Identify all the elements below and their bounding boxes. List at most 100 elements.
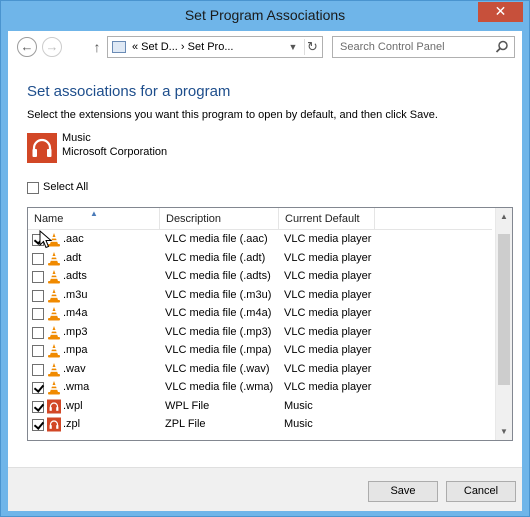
window: Set Program Associations ✕ ← → ↑ « Set D… bbox=[0, 0, 530, 517]
row-checkbox[interactable] bbox=[32, 400, 44, 413]
row-checkbox[interactable] bbox=[32, 326, 44, 339]
row-description: VLC media file (.adts) bbox=[165, 270, 271, 282]
row-name: .m4a bbox=[63, 307, 88, 319]
music-app-icon bbox=[47, 399, 61, 413]
vlc-cone-icon bbox=[48, 270, 60, 284]
vlc-cone-icon bbox=[48, 288, 60, 302]
row-checkbox[interactable] bbox=[32, 382, 44, 394]
select-all-label[interactable]: Select All bbox=[43, 181, 88, 193]
row-current-default: VLC media player bbox=[284, 344, 372, 356]
select-all-box[interactable] bbox=[27, 182, 39, 194]
program-company: Microsoft Corporation bbox=[62, 146, 168, 158]
row-description: WPL File bbox=[165, 399, 210, 412]
extensions-list: Name ▲ Description Current Default .aac V… bbox=[27, 207, 513, 441]
scroll-thumb[interactable] bbox=[498, 234, 510, 385]
close-button[interactable]: ✕ bbox=[478, 2, 523, 22]
vlc-cone-icon bbox=[48, 251, 60, 265]
row-current-default: Music bbox=[284, 399, 313, 412]
row-current-default: VLC media player bbox=[284, 270, 372, 282]
row-description: VLC media file (.m3u) bbox=[165, 288, 272, 301]
row-description: VLC media file (.m4a) bbox=[165, 307, 272, 319]
row-current-default: VLC media player bbox=[284, 362, 372, 375]
button-bar: Save Cancel bbox=[8, 467, 522, 511]
title-bar[interactable]: Set Program Associations ✕ bbox=[1, 1, 529, 31]
row-checkbox[interactable] bbox=[32, 363, 44, 376]
row-name: .mpa bbox=[63, 344, 88, 356]
row-checkbox[interactable] bbox=[32, 308, 44, 320]
row-name: .aac bbox=[63, 233, 84, 245]
column-name-label: Name bbox=[34, 213, 64, 225]
save-button[interactable]: Save bbox=[368, 481, 438, 502]
row-current-default: VLC media player bbox=[284, 288, 372, 301]
row-description: VLC media file (.mp3) bbox=[165, 325, 272, 338]
row-current-default: VLC media player bbox=[284, 381, 372, 393]
list-item[interactable]: .mp3 VLC media file (.mp3) VLC media playe… bbox=[28, 324, 492, 343]
refresh-button[interactable]: ↻ bbox=[304, 39, 320, 55]
row-name: .zpl bbox=[63, 418, 81, 430]
list-item[interactable]: .adts VLC media file (.adts) VLC media pla… bbox=[28, 268, 492, 287]
forward-button[interactable]: → bbox=[42, 37, 62, 57]
row-name: .adts bbox=[63, 270, 87, 282]
scroll-down-icon[interactable]: ▼ bbox=[496, 423, 512, 440]
row-description: VLC media file (.aac) bbox=[165, 233, 268, 245]
row-description: VLC media file (.wma) bbox=[165, 381, 274, 393]
music-app-icon bbox=[47, 417, 61, 432]
row-checkbox[interactable] bbox=[32, 271, 44, 283]
list-item[interactable]: .aac VLC media file (.aac) VLC media playe… bbox=[28, 231, 492, 250]
list-item[interactable]: .mpa VLC media file (.mpa) VLC media playe… bbox=[28, 342, 492, 361]
search-icon[interactable] bbox=[494, 39, 510, 55]
vlc-cone-icon bbox=[48, 362, 60, 376]
row-current-default: VLC media player bbox=[284, 307, 372, 319]
row-description: VLC media file (.adt) bbox=[165, 251, 266, 264]
column-header-name[interactable]: Name ▲ bbox=[28, 208, 160, 230]
sort-ascending-icon: ▲ bbox=[90, 209, 98, 218]
row-checkbox[interactable] bbox=[32, 345, 44, 357]
row-checkbox[interactable] bbox=[32, 289, 44, 302]
scroll-up-icon[interactable]: ▲ bbox=[496, 208, 512, 225]
vlc-cone-icon bbox=[48, 325, 60, 339]
list-item[interactable]: .m3u VLC media file (.m3u) VLC media playe… bbox=[28, 287, 492, 306]
address-dropdown-button[interactable]: ▼ bbox=[286, 39, 300, 55]
vlc-cone-icon bbox=[48, 307, 60, 321]
navigation-bar: ← → ↑ « Set D... › Set Pro... ▼ ↻ Search… bbox=[8, 31, 522, 63]
row-name: .wpl bbox=[63, 399, 83, 412]
list-item[interactable]: .m4a VLC media file (.m4a) VLC media playe… bbox=[28, 305, 492, 324]
row-description: VLC media file (.mpa) bbox=[165, 344, 272, 356]
list-header: Name ▲ Description Current Default bbox=[28, 208, 492, 230]
row-current-default: VLC media player bbox=[284, 251, 372, 264]
vlc-cone-icon bbox=[48, 381, 60, 395]
row-name: .m3u bbox=[63, 288, 88, 301]
row-checkbox[interactable] bbox=[32, 252, 44, 265]
control-panel-icon bbox=[112, 41, 126, 53]
client-area: ← → ↑ « Set D... › Set Pro... ▼ ↻ Search… bbox=[8, 31, 522, 511]
cancel-button[interactable]: Cancel bbox=[446, 481, 516, 502]
row-description: VLC media file (.wav) bbox=[165, 362, 270, 375]
row-name: .mp3 bbox=[63, 325, 88, 338]
row-checkbox[interactable] bbox=[32, 419, 44, 431]
address-bar[interactable]: « Set D... › Set Pro... ▼ ↻ bbox=[107, 36, 323, 58]
up-button[interactable]: ↑ bbox=[89, 37, 105, 57]
row-current-default: VLC media player bbox=[284, 325, 372, 338]
search-placeholder: Search Control Panel bbox=[340, 41, 445, 53]
list-item[interactable]: .wpl WPL File Music bbox=[28, 398, 492, 417]
page-title: Set associations for a program bbox=[27, 83, 231, 100]
row-name: .adt bbox=[63, 251, 82, 264]
list-item[interactable]: .wav VLC media file (.wav) VLC media playe… bbox=[28, 361, 492, 380]
row-current-default: VLC media player bbox=[284, 233, 372, 245]
mouse-cursor-icon bbox=[39, 230, 53, 249]
column-header-description[interactable]: Description bbox=[160, 208, 279, 230]
row-current-default: Music bbox=[284, 418, 313, 430]
list-item[interactable]: .adt VLC media file (.adt) VLC media playe… bbox=[28, 250, 492, 269]
column-header-current-default[interactable]: Current Default bbox=[279, 208, 375, 230]
back-button[interactable]: ← bbox=[17, 37, 37, 57]
row-name: .wav bbox=[63, 362, 86, 375]
search-input[interactable]: Search Control Panel bbox=[332, 36, 515, 58]
row-name: .wma bbox=[63, 381, 90, 393]
headphones-icon bbox=[27, 133, 57, 163]
list-item[interactable]: .zpl ZPL File Music bbox=[28, 416, 492, 435]
window-title: Set Program Associations bbox=[184, 7, 346, 23]
breadcrumb[interactable]: « Set D... › Set Pro... bbox=[132, 41, 233, 53]
list-item[interactable]: .wma VLC media file (.wma) VLC media playe… bbox=[28, 379, 492, 398]
vlc-cone-icon bbox=[48, 344, 60, 358]
vertical-scrollbar[interactable]: ▲ ▼ bbox=[495, 208, 512, 440]
